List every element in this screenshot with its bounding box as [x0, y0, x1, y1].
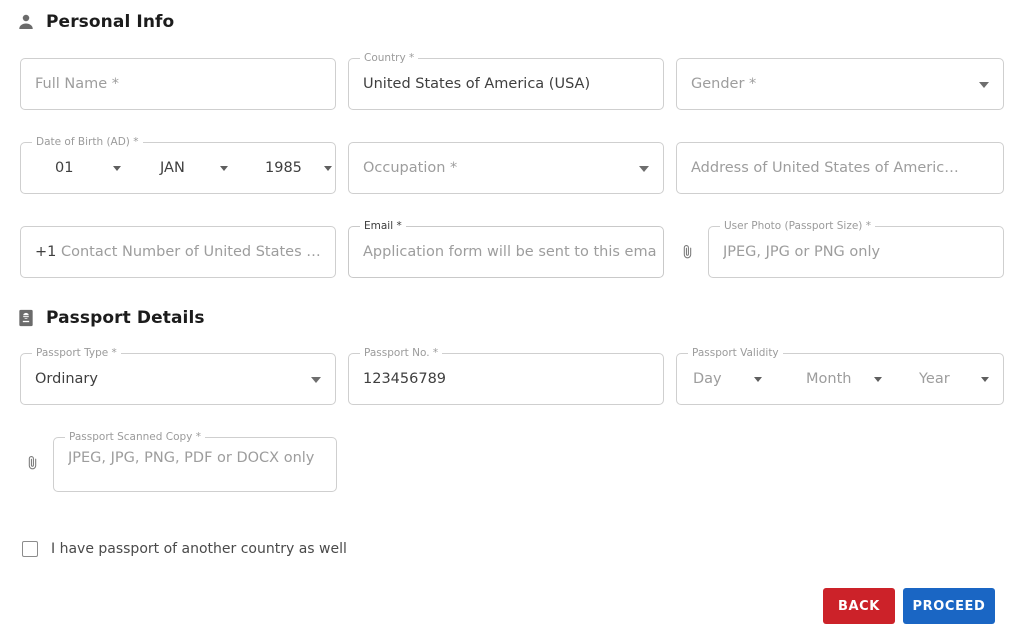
passport-book-icon: [19, 309, 33, 327]
section-title-passport-details: Passport Details: [46, 308, 205, 328]
dob-year-chevron-down-icon[interactable]: [324, 166, 332, 171]
passport-number-label: Passport No. *: [360, 347, 443, 359]
user-photo-placeholder: JPEG, JPG or PNG only: [723, 244, 881, 260]
back-button[interactable]: BACK: [823, 588, 895, 624]
section-header-personal-info: Personal Info: [16, 12, 174, 32]
passport-type-label: Passport Type *: [32, 347, 121, 359]
gender-placeholder: Gender *: [691, 76, 757, 92]
passport-number-field[interactable]: Passport No. * 123456789: [348, 347, 664, 405]
full-name-placeholder: Full Name *: [35, 76, 120, 92]
user-photo-label: User Photo (Passport Size) *: [720, 220, 875, 232]
passport-number-value: 123456789: [363, 371, 447, 387]
chevron-down-icon: [639, 166, 649, 172]
section-header-passport-details: Passport Details: [16, 308, 205, 328]
another-country-passport-label: I have passport of another country as we…: [51, 541, 347, 557]
validity-year-chevron-down-icon[interactable]: [981, 377, 989, 382]
country-value: United States of America (USA): [363, 76, 591, 92]
user-photo-upload-field[interactable]: User Photo (Passport Size) * JPEG, JPG o…: [708, 220, 1004, 278]
validity-day-chevron-down-icon[interactable]: [754, 377, 762, 382]
passport-validity-label: Passport Validity: [688, 347, 783, 359]
dob-day-select[interactable]: 01: [55, 160, 73, 176]
date-of-birth-field[interactable]: Date of Birth (AD) * 01 JAN 1985: [20, 136, 336, 194]
contact-number-content: +1 Contact Number of United States …: [35, 244, 329, 260]
paperclip-icon[interactable]: [679, 241, 696, 263]
passport-type-value: Ordinary: [35, 371, 98, 387]
email-field[interactable]: Email * Application form will be sent to…: [348, 220, 664, 278]
occupation-select[interactable]: Occupation *: [348, 142, 664, 194]
passport-scanned-copy-placeholder: JPEG, JPG, PNG, PDF or DOCX only: [68, 450, 315, 466]
contact-number-placeholder: Contact Number of United States …: [60, 244, 321, 260]
country-field[interactable]: Country * United States of America (USA): [348, 52, 664, 110]
another-country-passport-checkbox[interactable]: [22, 541, 38, 557]
contact-number-prefix: +1: [35, 244, 57, 260]
date-of-birth-label: Date of Birth (AD) *: [32, 136, 143, 148]
email-label: Email *: [360, 220, 406, 232]
dob-month-chevron-down-icon[interactable]: [220, 166, 228, 171]
gender-select[interactable]: Gender *: [676, 58, 1004, 110]
validity-day-select[interactable]: Day: [693, 371, 722, 387]
country-label: Country *: [360, 52, 419, 64]
personal-info-form-page: Personal Info Full Name * Country * Unit…: [0, 0, 1024, 639]
contact-number-field[interactable]: +1 Contact Number of United States …: [20, 226, 336, 278]
chevron-down-icon: [311, 377, 321, 383]
passport-scanned-copy-label: Passport Scanned Copy *: [65, 431, 205, 443]
validity-month-chevron-down-icon[interactable]: [874, 377, 882, 382]
dob-year-select[interactable]: 1985: [265, 160, 302, 176]
person-icon: [19, 14, 33, 29]
address-field[interactable]: Address of United States of Americ…: [676, 142, 1004, 194]
section-title-personal-info: Personal Info: [46, 12, 175, 32]
validity-year-select[interactable]: Year: [919, 371, 950, 387]
occupation-placeholder: Occupation *: [363, 160, 458, 176]
passport-scanned-copy-upload-field[interactable]: Passport Scanned Copy * JPEG, JPG, PNG, …: [53, 431, 337, 492]
chevron-down-icon: [979, 82, 989, 88]
dob-month-select[interactable]: JAN: [160, 160, 185, 176]
full-name-field[interactable]: Full Name *: [20, 58, 336, 110]
passport-validity-field[interactable]: Passport Validity Day Month Year: [676, 347, 1004, 405]
passport-type-select[interactable]: Passport Type * Ordinary: [20, 347, 336, 405]
dob-day-chevron-down-icon[interactable]: [113, 166, 121, 171]
validity-month-select[interactable]: Month: [806, 371, 851, 387]
proceed-button[interactable]: PROCEED: [903, 588, 995, 624]
email-placeholder: Application form will be sent to this em…: [363, 244, 657, 260]
paperclip-icon[interactable]: [24, 452, 41, 474]
another-country-passport-checkbox-row[interactable]: I have passport of another country as we…: [22, 541, 347, 557]
address-placeholder: Address of United States of Americ…: [691, 160, 959, 176]
